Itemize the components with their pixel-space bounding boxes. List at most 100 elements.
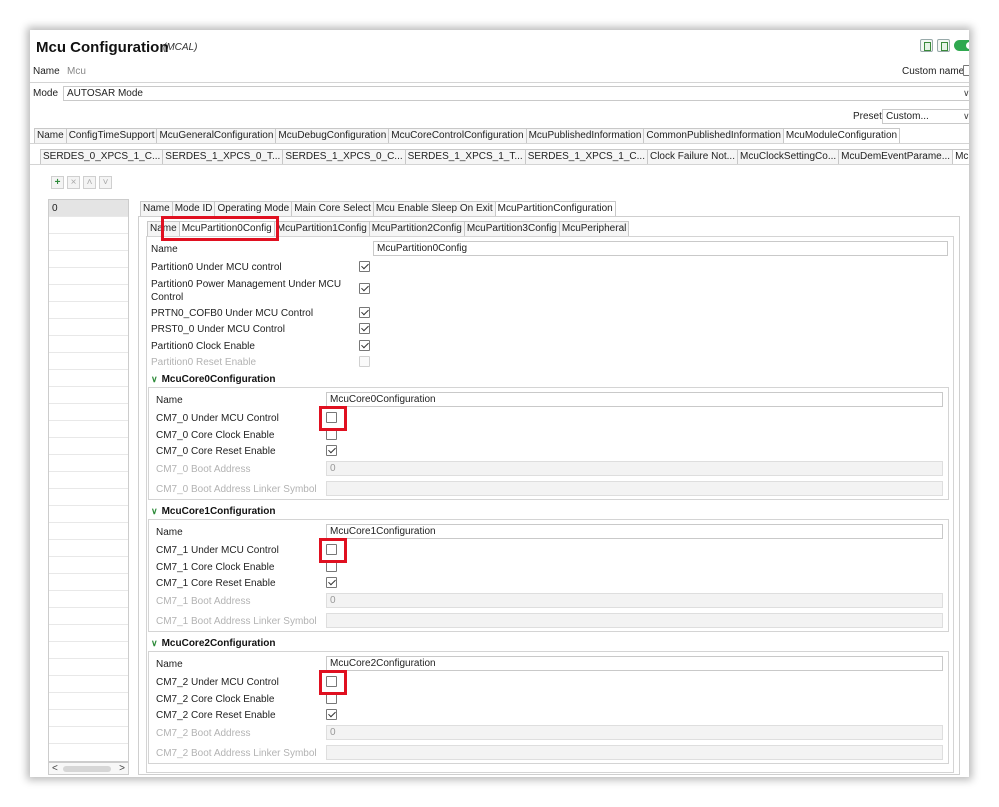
list-row-empty	[49, 489, 128, 506]
scroll-right-icon[interactable]: >	[119, 763, 125, 774]
sub-tab-mcumodesettingconf[interactable]: McuModeSettingConf	[952, 149, 969, 164]
partition-tab-mcupartition3config[interactable]: McuPartition3Config	[463, 221, 560, 236]
custom-name-checkbox[interactable]	[963, 65, 969, 76]
core0-under-mcu-checkbox[interactable]	[326, 412, 337, 423]
list-row-empty	[49, 268, 128, 285]
prtn0-cofb0-checkbox[interactable]	[359, 307, 370, 318]
list-row-empty	[49, 676, 128, 693]
list-item[interactable]: 0	[49, 200, 128, 217]
chevron-down-icon: ∨	[151, 506, 158, 516]
list-item-label: 0	[52, 203, 58, 214]
core2-boot-address-field: 0	[326, 725, 943, 740]
preset-select[interactable]: Custom...	[882, 109, 969, 124]
core1-clock-enable-checkbox[interactable]	[326, 561, 337, 572]
scrollbar-thumb[interactable]	[63, 766, 111, 772]
main-tab-mcucorecontrolconfiguration[interactable]: McuCoreControlConfiguration	[388, 128, 527, 143]
move-up-icon[interactable]: ˄	[83, 176, 96, 189]
partition-clock-enable-checkbox[interactable]	[359, 340, 370, 351]
core2-clock-enable-checkbox[interactable]	[326, 693, 337, 704]
mode-tab-sleep-on-exit[interactable]: Mcu Enable Sleep On Exit	[372, 201, 496, 216]
partition-power-mgmt-checkbox[interactable]	[359, 283, 370, 294]
partition-tab-mcupartition0config[interactable]: McuPartition0Config	[178, 221, 275, 236]
sub-tab-mcudemeventparameter[interactable]: McuDemEventParame...	[838, 149, 954, 164]
main-tab-mcupublishedinformation[interactable]: McuPublishedInformation	[525, 128, 645, 143]
add-icon[interactable]: +	[51, 176, 64, 189]
core1-clock-enable-label: CM7_1 Core Clock Enable	[156, 562, 275, 573]
core1-reset-enable-label: CM7_1 Core Reset Enable	[156, 578, 276, 589]
scroll-left-icon[interactable]: <	[52, 763, 58, 774]
main-tab-commonpublishedinformation[interactable]: CommonPublishedInformation	[643, 128, 784, 143]
list-row-empty	[49, 506, 128, 523]
core1-linker-symbol-field	[326, 613, 943, 628]
main-tab-name[interactable]: Name	[34, 128, 67, 143]
mode-tab-partition-configuration[interactable]: McuPartitionConfiguration	[494, 201, 616, 216]
main-tab-configtimesupport[interactable]: ConfigTimeSupport	[65, 128, 158, 143]
core0-boot-address-label: CM7_0 Boot Address	[156, 464, 251, 475]
core2-reset-enable-checkbox[interactable]	[326, 709, 337, 720]
mode-select[interactable]: AUTOSAR Mode	[63, 86, 969, 101]
chevron-down-icon[interactable]: ∨	[963, 88, 969, 99]
mode-tab-mode-id[interactable]: Mode ID	[171, 201, 216, 216]
list-row-empty	[49, 574, 128, 591]
main-tab-mcumoduleconfiguration[interactable]: McuModuleConfiguration	[782, 128, 901, 143]
mode-label: Mode	[33, 88, 59, 99]
core1-section-header[interactable]: ∨ McuCore1Configuration	[151, 506, 275, 517]
partition-tab-mcupartition2config[interactable]: McuPartition2Config	[368, 221, 465, 236]
sub-tab-clock-failure[interactable]: Clock Failure Not...	[646, 149, 738, 164]
core0-clock-enable-checkbox[interactable]	[326, 429, 337, 440]
partition-tab-name[interactable]: Name	[147, 221, 180, 236]
list-row-empty	[49, 659, 128, 676]
mode-setting-list: 0	[48, 199, 129, 762]
list-row-empty	[49, 251, 128, 268]
move-down-icon[interactable]: ˅	[99, 176, 112, 189]
remove-icon[interactable]: ×	[67, 176, 80, 189]
prst0-0-checkbox[interactable]	[359, 323, 370, 334]
document-icon[interactable]	[920, 39, 933, 52]
editor-header: Mcu Configuration (MCAL)	[30, 30, 969, 60]
sub-tab-serdes-1-xpcs-0-t[interactable]: SERDES_1_XPCS_0_T...	[162, 149, 284, 164]
list-row-empty	[49, 540, 128, 557]
lock-icon[interactable]	[937, 39, 950, 52]
core1-name-field[interactable]: McuCore1Configuration	[326, 524, 943, 539]
core2-name-label: Name	[156, 659, 183, 670]
core1-boot-address-field: 0	[326, 593, 943, 608]
mcu-configuration-editor: Mcu Configuration (MCAL) Name Mcu Custom…	[30, 30, 969, 777]
sub-tab-serdes-1-xpcs-1-c[interactable]: SERDES_1_XPCS_1_C...	[524, 149, 648, 164]
core1-under-mcu-checkbox[interactable]	[326, 544, 337, 555]
core0-name-label: Name	[156, 395, 183, 406]
core0-section-header[interactable]: ∨ McuCore0Configuration	[151, 374, 275, 385]
mode-tab-name[interactable]: Name	[140, 201, 173, 216]
core1-reset-enable-checkbox[interactable]	[326, 577, 337, 588]
core0-reset-enable-checkbox[interactable]	[326, 445, 337, 456]
core2-section-header[interactable]: ∨ McuCore2Configuration	[151, 638, 275, 649]
partition-under-mcu-checkbox[interactable]	[359, 261, 370, 272]
main-tab-mcugeneralconfiguration[interactable]: McuGeneralConfiguration	[156, 128, 277, 143]
list-row-empty	[49, 217, 128, 234]
partition-tab-mcuperipheral[interactable]: McuPeripheral	[558, 221, 630, 236]
mode-tab-operating-mode[interactable]: Operating Mode	[214, 201, 293, 216]
sub-tab-serdes-1-xpcs-1-t[interactable]: SERDES_1_XPCS_1_T...	[404, 149, 526, 164]
partition-row-label: PRST0_0 Under MCU Control	[151, 324, 285, 335]
sub-tab-mcuclocksetting[interactable]: McuClockSettingCo...	[737, 149, 840, 164]
enable-toggle[interactable]	[954, 40, 969, 51]
sub-tab-serdes-0-xpcs-1-c[interactable]: SERDES_0_XPCS_1_C...	[40, 149, 164, 164]
chevron-down-icon: ∨	[151, 638, 158, 648]
main-tab-mcudebugconfiguration[interactable]: McuDebugConfiguration	[275, 128, 390, 143]
core2-name-field[interactable]: McuCore2Configuration	[326, 656, 943, 671]
list-horizontal-scrollbar[interactable]: < >	[48, 762, 129, 775]
partition-name-field[interactable]: McuPartition0Config	[373, 241, 948, 256]
list-row-empty	[49, 234, 128, 251]
partition-row-label: PRTN0_COFB0 Under MCU Control	[151, 308, 314, 319]
core2-under-mcu-checkbox[interactable]	[326, 676, 337, 687]
list-row-empty	[49, 693, 128, 710]
name-label: Name	[33, 66, 60, 77]
name-field[interactable]: Mcu	[63, 64, 898, 79]
sub-tab-serdes-1-xpcs-0-c[interactable]: SERDES_1_XPCS_0_C...	[282, 149, 406, 164]
partition-name-label: Name	[151, 244, 178, 255]
page-subtitle: (MCAL)	[163, 42, 198, 53]
mode-select-value: AUTOSAR Mode	[67, 88, 143, 99]
mode-tab-main-core-select[interactable]: Main Core Select	[291, 201, 374, 216]
core0-name-field[interactable]: McuCore0Configuration	[326, 392, 943, 407]
preset-chevron-down-icon[interactable]: ∨	[963, 111, 969, 122]
partition-tab-mcupartition1config[interactable]: McuPartition1Config	[273, 221, 370, 236]
